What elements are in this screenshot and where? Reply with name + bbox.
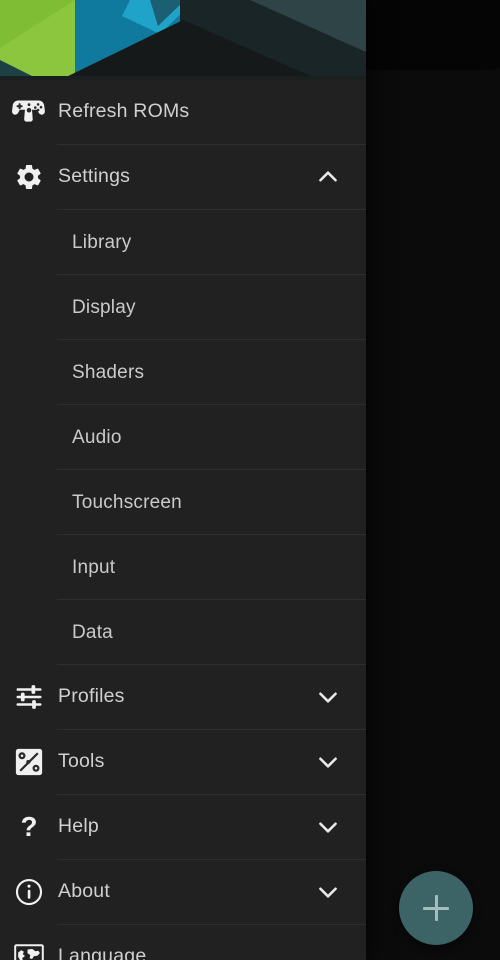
chevron-down-icon[interactable] (308, 684, 348, 710)
menu-item-label: Input (72, 557, 116, 577)
menu-item-shaders[interactable]: Shaders (0, 340, 366, 404)
chevron-down-icon[interactable] (308, 814, 348, 840)
menu-item-label: Help (58, 817, 99, 837)
menu-item-data[interactable]: Data (0, 600, 366, 664)
menu-item-label: About (58, 882, 110, 902)
menu-item-about[interactable]: About (0, 860, 366, 924)
menu-item-label: Refresh ROMs (58, 102, 190, 122)
menu-item-label: Audio (72, 427, 122, 447)
world-map-icon (0, 944, 58, 960)
menu-item-input[interactable]: Input (0, 535, 366, 599)
menu-item-label: Profiles (58, 687, 125, 707)
menu-item-touchscreen[interactable]: Touchscreen (0, 470, 366, 534)
svg-text:?: ? (21, 812, 38, 842)
info-circle-icon (0, 877, 58, 907)
menu-item-refresh-roms[interactable]: Refresh ROMs (0, 80, 366, 144)
menu-item-label: Tools (58, 752, 105, 772)
gear-icon (0, 162, 58, 192)
app-screen: Refresh ROMs Settings Library Display Sh… (0, 0, 500, 960)
menu-item-language[interactable]: Language (0, 925, 366, 960)
n64-controller-icon (0, 99, 58, 125)
menu-item-library[interactable]: Library (0, 210, 366, 274)
drawer-menu-list: Refresh ROMs Settings Library Display Sh… (0, 80, 366, 960)
menu-item-label: Data (72, 622, 113, 642)
floating-action-button[interactable] (399, 871, 473, 945)
menu-item-label: Library (72, 232, 132, 252)
menu-item-tools[interactable]: Tools (0, 730, 366, 794)
menu-item-label: Shaders (72, 362, 145, 382)
drawer-header-artwork (0, 0, 366, 80)
menu-item-label: Display (72, 297, 136, 317)
chevron-down-icon[interactable] (308, 879, 348, 905)
tune-sliders-icon (0, 682, 58, 712)
menu-item-label: Settings (58, 167, 131, 187)
menu-item-profiles[interactable]: Profiles (0, 665, 366, 729)
menu-item-label: Touchscreen (72, 492, 182, 512)
tools-nodes-icon (0, 747, 58, 777)
menu-item-settings[interactable]: Settings (0, 145, 366, 209)
navigation-drawer: Refresh ROMs Settings Library Display Sh… (0, 0, 366, 960)
chevron-down-icon[interactable] (308, 749, 348, 775)
menu-item-label: Language (58, 947, 147, 960)
plus-icon (423, 895, 449, 921)
chevron-up-icon[interactable] (308, 164, 348, 190)
question-mark-icon: ? (0, 812, 58, 842)
menu-item-audio[interactable]: Audio (0, 405, 366, 469)
menu-item-help[interactable]: ? Help (0, 795, 366, 859)
menu-item-display[interactable]: Display (0, 275, 366, 339)
